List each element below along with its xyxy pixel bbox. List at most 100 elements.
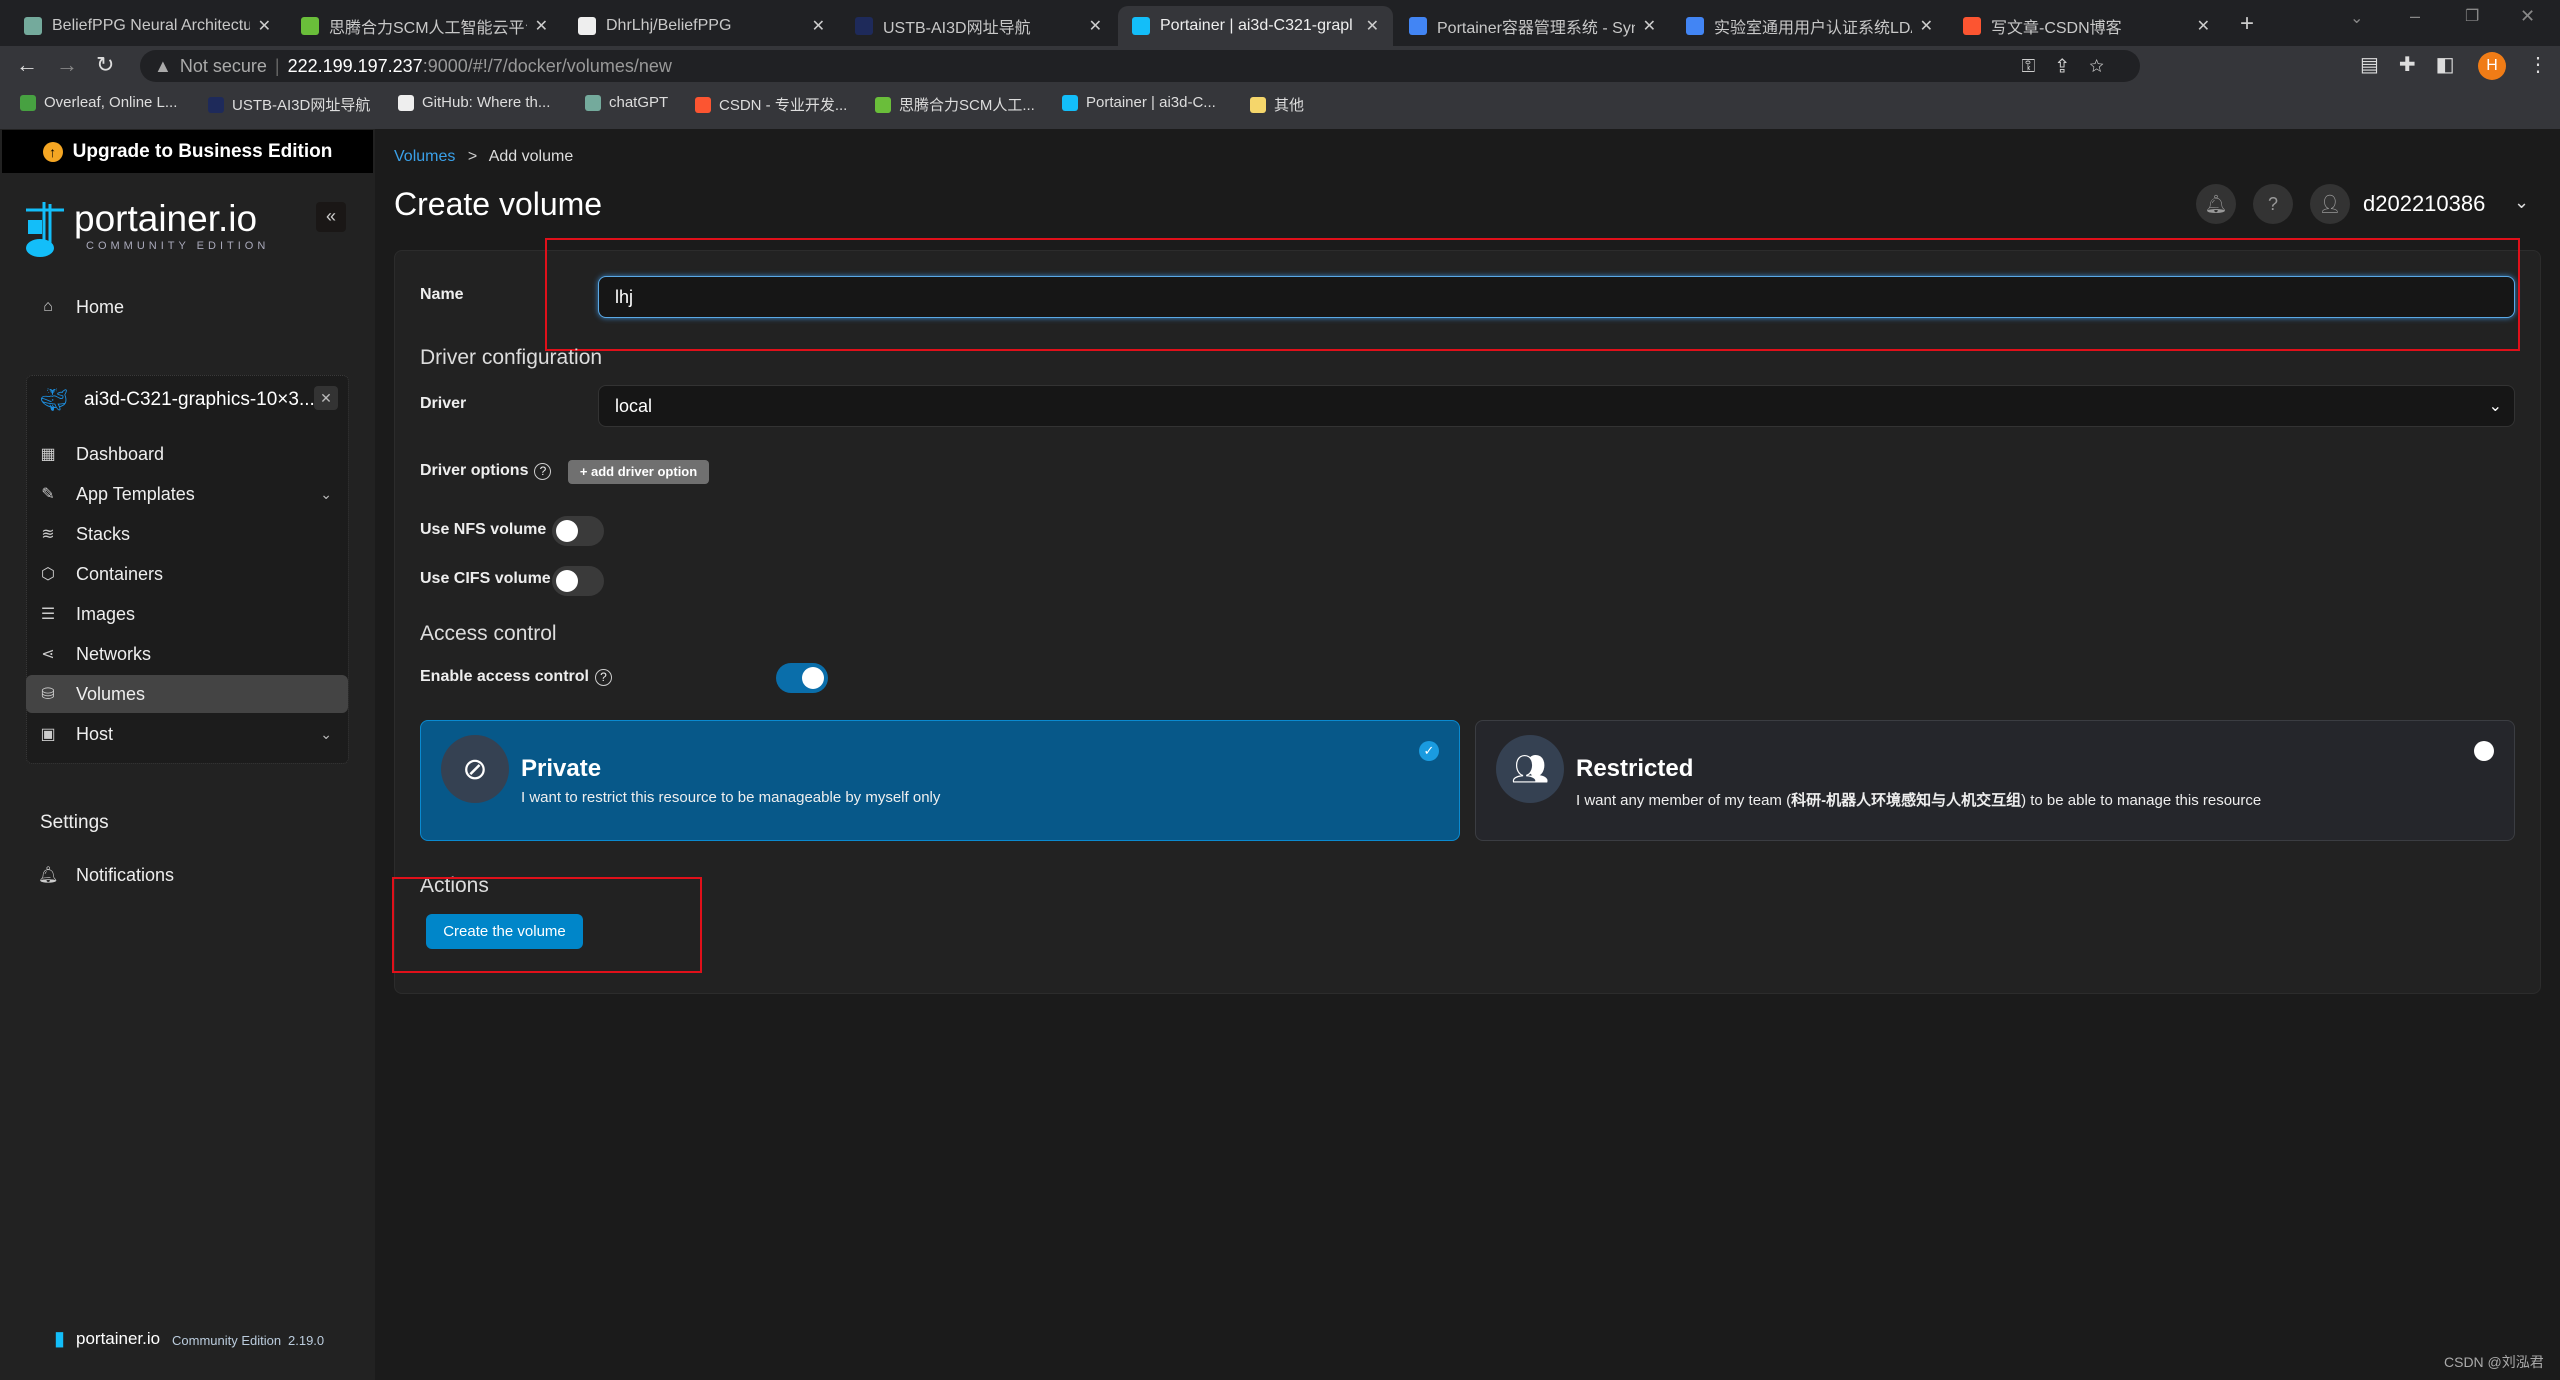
user-icon[interactable]: 👤︎ [2310, 184, 2350, 224]
access-control-toggle[interactable] [776, 663, 828, 693]
cifs-toggle[interactable] [552, 566, 604, 596]
sidebar-item-label: Host [76, 723, 114, 744]
logo-subtitle: COMMUNITY EDITION [86, 240, 270, 252]
browser-tab[interactable]: 写文章-CSDN博客 ✕ [1949, 6, 2224, 46]
close-tab-icon[interactable]: ✕ [1089, 16, 1102, 36]
close-tab-icon[interactable]: ✕ [1643, 16, 1656, 36]
sidebar-item-label: Containers [76, 563, 164, 584]
docker-icon: 🐳︎ [40, 387, 68, 412]
browser-tab[interactable]: 实验室通用用户认证系统LDA ✕ [1672, 6, 1947, 46]
sidebar-item-dashboard[interactable]: ▦ Dashboard [26, 435, 348, 473]
close-tab-icon[interactable]: ✕ [535, 16, 548, 36]
browser-tab[interactable]: USTB-AI3D网址导航 ✕ [841, 6, 1116, 46]
forward-icon[interactable]: → [56, 52, 78, 78]
upgrade-banner[interactable]: ↑ Upgrade to Business Edition [2, 130, 373, 173]
help-icon[interactable]: ? [2253, 184, 2293, 224]
bookmark-title: chatGPT [609, 94, 669, 111]
close-tab-icon[interactable]: ✕ [1366, 16, 1379, 36]
notifications-bell-icon[interactable]: 🔔︎ [2196, 184, 2236, 224]
close-tab-icon[interactable]: ✕ [2197, 16, 2210, 36]
database-icon: ⛁ [41, 686, 55, 703]
sidebar-item-label: Images [76, 603, 136, 624]
chevron-down-icon: ⌄ [320, 725, 332, 742]
private-title: Private [521, 755, 602, 782]
minimize-button[interactable]: – [2410, 6, 2420, 27]
maximize-button[interactable]: ❐ [2465, 6, 2479, 26]
warning-icon: ▲ [154, 55, 172, 76]
browser-tab[interactable]: Portainer | ai3d-C321-grapl ✕ [1118, 6, 1393, 46]
bookmark[interactable]: 其他 [1250, 94, 1304, 115]
bookmark[interactable]: Overleaf, Online L... [20, 94, 177, 111]
restricted-option-card[interactable]: 👥︎ Restricted I want any member of my te… [1475, 720, 2515, 841]
footer-logo-text: portainer.io [76, 1329, 161, 1348]
omnibox-actions[interactable]: ⚿⇪☆ [2021, 56, 2126, 77]
box-icon: ⬡ [41, 566, 55, 583]
user-menu-chevron-icon[interactable]: ⌄ [2514, 192, 2529, 213]
menu-icon[interactable]: ⋮ [2528, 52, 2548, 77]
browser-tab[interactable]: DhrLhj/BeliefPPG ✕ [564, 6, 839, 46]
address-bar[interactable]: ▲ Not secure | 222.199.197.237 :9000/#!/… [140, 50, 2140, 82]
tab-title: 实验室通用用户认证系统LDA [1714, 20, 1912, 37]
back-icon[interactable]: ← [16, 52, 38, 78]
watermark: CSDN @刘泓君 [2444, 1354, 2544, 1370]
close-tab-icon[interactable]: ✕ [258, 16, 271, 36]
browser-tab[interactable]: 思腾合力SCM人工智能云平台 ✕ [287, 6, 562, 46]
page-title: Create volume [394, 186, 603, 222]
help-icon[interactable]: ? [534, 463, 552, 480]
add-driver-option-button[interactable]: + add driver option [568, 460, 709, 484]
bookmark-icon [398, 94, 414, 111]
list-icon: ☰ [40, 606, 56, 623]
extension-icons[interactable]: ▤✚◧ [2360, 52, 2475, 77]
breadcrumb-volumes-link[interactable]: Volumes [394, 148, 455, 165]
upgrade-label: Upgrade to Business Edition [72, 140, 333, 162]
bookmark[interactable]: CSDN - 专业开发... [695, 94, 847, 115]
create-volume-form [394, 250, 2541, 994]
close-tab-icon[interactable]: ✕ [812, 16, 825, 36]
favicon-icon [1132, 17, 1150, 35]
access-control-heading: Access control [420, 622, 557, 645]
sidebar-item-containers[interactable]: ⬡ Containers [26, 555, 348, 593]
bookmark[interactable]: GitHub: Where th... [398, 94, 550, 111]
sidebar-item-volumes[interactable]: ⛁ Volumes [26, 675, 348, 713]
environment-name: ai3d-C321-graphics-10×3... [84, 389, 315, 410]
bookmark[interactable]: Portainer | ai3d-C... [1062, 94, 1216, 111]
close-environment-button[interactable]: ✕ [314, 386, 338, 410]
sidebar-item-networks[interactable]: ⋖ Networks [26, 635, 348, 673]
bookmark[interactable]: 思腾合力SCM人工... [875, 94, 1035, 115]
new-tab-button[interactable]: + [2240, 10, 2254, 38]
breadcrumb: Volumes > Add volume [394, 148, 573, 166]
bookmark[interactable]: USTB-AI3D网址导航 [208, 94, 370, 115]
bookmark[interactable]: chatGPT [585, 94, 668, 111]
sidebar-item-stacks[interactable]: ≋ Stacks [26, 515, 348, 553]
sidebar-item-home[interactable]: ⌂ Home [26, 288, 348, 326]
nfs-toggle[interactable] [552, 516, 604, 546]
sidebar-item-images[interactable]: ☰ Images [26, 595, 348, 633]
nfs-label: Use NFS volume [420, 521, 547, 538]
private-option-card[interactable]: ⊘ Private I want to restrict this resour… [420, 720, 1460, 841]
close-window-button[interactable]: ✕ [2520, 6, 2535, 27]
help-icon[interactable]: ? [594, 669, 612, 686]
driver-select[interactable]: local ⌄ [598, 385, 2515, 427]
bookmark-icon [695, 96, 711, 113]
bookmark-icon [208, 96, 224, 113]
sidebar-item-notifications[interactable]: 🔔︎ Notifications [26, 856, 348, 894]
sidebar-item-app-templates[interactable]: ✎ App Templates ⌄ [26, 475, 348, 513]
close-tab-icon[interactable]: ✕ [1920, 16, 1933, 36]
browser-tab[interactable]: Portainer容器管理系统 - Syn ✕ [1395, 6, 1670, 46]
browser-tab[interactable]: BeliefPPG Neural Architectu ✕ [10, 6, 285, 46]
tab-search-icon[interactable]: ⌄ [2350, 8, 2363, 28]
favicon-icon [1963, 17, 1981, 35]
bookmark-title: USTB-AI3D网址导航 [232, 97, 371, 114]
bookmark-title: 其他 [1274, 97, 1305, 114]
enable-access-text: Enable access control [420, 668, 589, 685]
radio-button[interactable] [2474, 741, 2494, 761]
username[interactable]: d202210386 [2363, 191, 2485, 217]
tab-title: Portainer | ai3d-C321-grapl [1160, 17, 1353, 34]
collapse-sidebar-button[interactable]: « [316, 202, 346, 232]
reload-icon[interactable]: ↻ [96, 52, 114, 78]
sidebar-item-host[interactable]: ▣ Host ⌄ [26, 715, 348, 753]
chevron-down-icon: ⌄ [320, 485, 332, 502]
profile-avatar[interactable]: H [2478, 52, 2506, 80]
favicon-icon [1409, 17, 1427, 35]
sidebar-item-label: Volumes [76, 683, 146, 704]
